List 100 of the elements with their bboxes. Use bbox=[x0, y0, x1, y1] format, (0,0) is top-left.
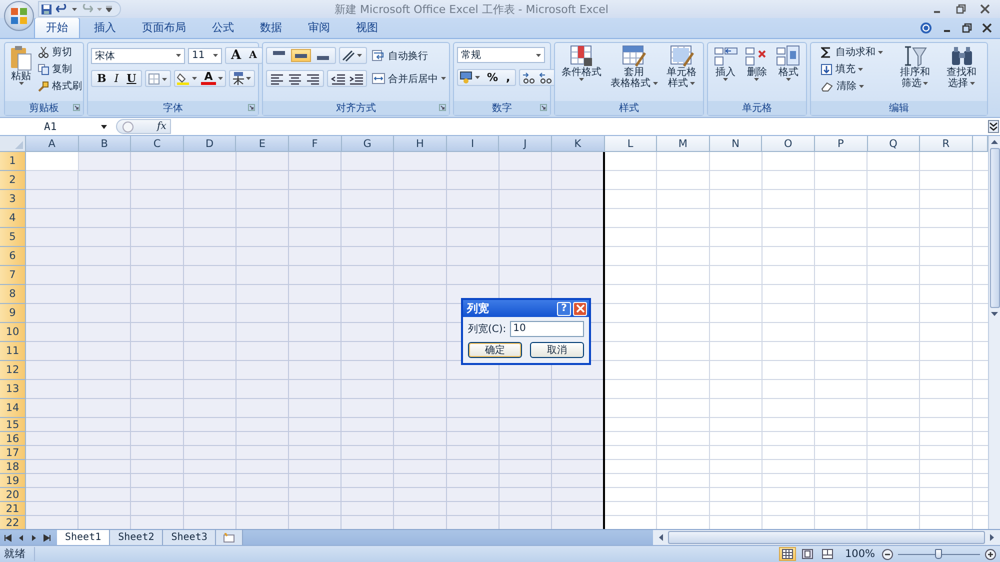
font-name-dropdown[interactable]: 宋体 bbox=[91, 48, 185, 64]
row-header[interactable]: 17 bbox=[0, 446, 26, 460]
column-width-field[interactable]: 10 bbox=[510, 321, 584, 337]
row-header[interactable]: 8 bbox=[0, 285, 26, 304]
row-header[interactable]: 16 bbox=[0, 432, 26, 446]
ribbon-tab[interactable]: 插入 bbox=[82, 17, 128, 38]
comma-button[interactable]: , bbox=[503, 71, 514, 84]
name-box[interactable]: A1 bbox=[0, 119, 112, 134]
column-header[interactable]: R bbox=[920, 136, 973, 152]
border-icon[interactable] bbox=[148, 72, 168, 84]
restore-icon[interactable] bbox=[962, 23, 972, 33]
ribbon-button[interactable]: 格式 bbox=[774, 44, 802, 82]
row-header[interactable]: 19 bbox=[0, 474, 26, 488]
row-header[interactable]: 11 bbox=[0, 342, 26, 361]
zoom-out-icon[interactable] bbox=[882, 548, 893, 560]
ribbon-button[interactable]: 格式刷 bbox=[36, 78, 84, 94]
column-header[interactable]: O bbox=[762, 136, 815, 152]
increase-indent-icon[interactable] bbox=[348, 72, 364, 84]
row-header[interactable]: 14 bbox=[0, 399, 26, 418]
row-header[interactable]: 7 bbox=[0, 266, 26, 285]
horizontal-align-icon[interactable] bbox=[287, 72, 303, 84]
horizontal-scrollbar[interactable] bbox=[653, 530, 1000, 545]
column-header[interactable]: H bbox=[394, 136, 447, 152]
close-button[interactable] bbox=[573, 302, 587, 316]
row-header[interactable]: 1 bbox=[0, 152, 26, 171]
vertical-scrollbar[interactable] bbox=[988, 136, 1000, 529]
horizontal-align-icon[interactable] bbox=[305, 72, 321, 84]
dialog-launcher-icon[interactable] bbox=[439, 104, 446, 111]
row-header[interactable]: 3 bbox=[0, 190, 26, 209]
view-button[interactable] bbox=[778, 547, 796, 561]
row-header[interactable]: 13 bbox=[0, 380, 26, 399]
grow-font-button[interactable]: A bbox=[228, 49, 244, 62]
ribbon-button[interactable]: 套用 表格格式 bbox=[608, 44, 660, 90]
phonetic-icon[interactable] bbox=[232, 72, 252, 85]
ribbon-button[interactable]: 插入 bbox=[712, 44, 740, 82]
wrap-text-button[interactable]: 自动换行 bbox=[370, 48, 430, 64]
row-header[interactable]: 15 bbox=[0, 418, 26, 432]
dialog-button[interactable]: 确定 bbox=[468, 342, 522, 358]
caret-icon[interactable] bbox=[72, 8, 77, 10]
vertical-align-button[interactable] bbox=[291, 49, 311, 62]
row-header[interactable]: 21 bbox=[0, 502, 26, 516]
sheet-tab[interactable]: Sheet2 bbox=[110, 530, 164, 545]
ribbon-button[interactable]: 条件格式 bbox=[560, 44, 604, 82]
horizontal-align-icon[interactable] bbox=[269, 72, 285, 84]
row-header[interactable]: 22 bbox=[0, 516, 26, 529]
sheet-tab[interactable]: Sheet3 bbox=[163, 530, 216, 545]
column-header[interactable]: I bbox=[446, 136, 500, 152]
row-header[interactable]: 18 bbox=[0, 460, 26, 474]
dialog-launcher-icon[interactable] bbox=[73, 104, 80, 111]
column-header[interactable]: D bbox=[184, 136, 236, 152]
merge-center-button[interactable]: 合并后居中 bbox=[370, 70, 448, 86]
row-header[interactable]: 2 bbox=[0, 171, 26, 190]
restore-icon[interactable] bbox=[956, 4, 966, 14]
ribbon-button[interactable]: 查找和 选择 bbox=[944, 44, 979, 90]
column-header[interactable]: Q bbox=[868, 136, 920, 152]
text-orientation-icon[interactable] bbox=[342, 49, 364, 62]
close-icon[interactable] bbox=[982, 23, 992, 33]
column-header[interactable]: L bbox=[604, 136, 658, 152]
sheet-tab[interactable]: Sheet1 bbox=[57, 530, 110, 545]
last-sheet-icon[interactable] bbox=[43, 534, 51, 542]
expand-icon[interactable] bbox=[988, 120, 999, 133]
zoom-level[interactable]: 100% bbox=[844, 548, 875, 560]
ribbon-button[interactable]: 填充 bbox=[819, 61, 886, 77]
underline-button[interactable]: U bbox=[124, 72, 140, 85]
column-header[interactable]: B bbox=[78, 136, 132, 152]
italic-button[interactable]: I bbox=[111, 72, 122, 85]
ribbon-button[interactable]: 删除 bbox=[742, 44, 771, 82]
row-header[interactable]: 5 bbox=[0, 228, 26, 247]
decrease-indent-icon[interactable] bbox=[330, 72, 346, 84]
shrink-font-button[interactable]: A bbox=[246, 49, 260, 62]
dialog-launcher-icon[interactable] bbox=[540, 104, 547, 111]
save-icon[interactable] bbox=[41, 4, 52, 14]
next-sheet-icon[interactable] bbox=[30, 534, 38, 542]
customize-caret-icon[interactable] bbox=[106, 6, 112, 12]
column-header[interactable]: A bbox=[26, 136, 79, 152]
ribbon-button[interactable]: 排序和 筛选 bbox=[898, 44, 932, 90]
column-header[interactable]: P bbox=[814, 136, 868, 152]
help-icon[interactable] bbox=[920, 22, 932, 34]
ribbon-tab[interactable]: 审阅 bbox=[296, 17, 342, 38]
font-size-dropdown[interactable]: 11 bbox=[188, 48, 222, 64]
column-header[interactable]: M bbox=[657, 136, 710, 152]
first-sheet-icon[interactable] bbox=[4, 534, 12, 542]
column-header[interactable]: E bbox=[236, 136, 289, 152]
ribbon-button[interactable]: 自动求和 bbox=[819, 44, 886, 60]
active-cell[interactable] bbox=[26, 152, 79, 171]
ribbon-button[interactable]: 复制 bbox=[36, 61, 84, 77]
ribbon-tab[interactable]: 视图 bbox=[344, 17, 390, 38]
insert-sheet-tab[interactable] bbox=[216, 530, 244, 545]
row-header[interactable]: 4 bbox=[0, 209, 26, 228]
office-button[interactable] bbox=[4, 1, 34, 31]
row-header[interactable]: 9 bbox=[0, 304, 26, 323]
row-header[interactable]: 10 bbox=[0, 323, 26, 342]
bold-button[interactable]: B bbox=[94, 72, 110, 85]
column-header[interactable]: G bbox=[342, 136, 394, 152]
ribbon-tab[interactable]: 页面布局 bbox=[130, 17, 198, 38]
row-header[interactable]: 20 bbox=[0, 488, 26, 502]
currency-icon[interactable] bbox=[460, 71, 482, 84]
undo-icon[interactable] bbox=[56, 4, 68, 14]
close-icon[interactable] bbox=[980, 4, 990, 14]
ribbon-button[interactable]: 剪切 bbox=[36, 44, 84, 60]
